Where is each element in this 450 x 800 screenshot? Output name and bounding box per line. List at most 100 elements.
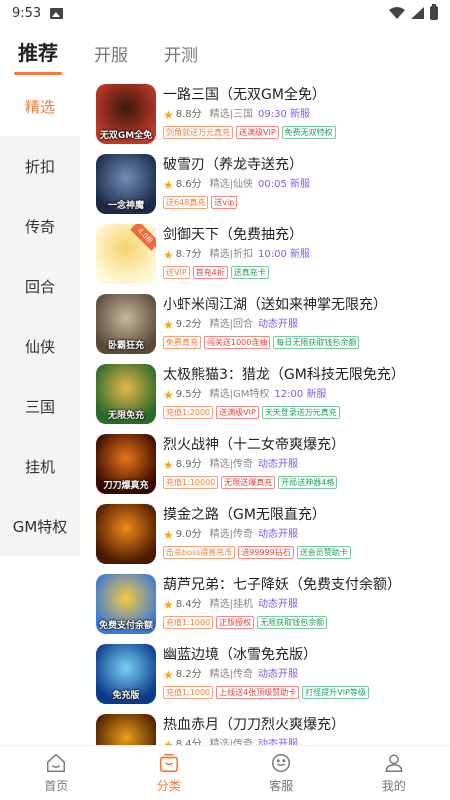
sidebar-item-discount[interactable]: 折扣 — [0, 136, 80, 196]
game-tag: 免费无双特权 — [281, 126, 336, 139]
game-tags: 免费真充 闯关送1000连抽 每日无限获取钱包余额 — [163, 336, 450, 349]
game-row[interactable]: 一念神魔 破雪刃（养龙寺送充） ★ 8.6分 精选|仙侠 00:05 新服 送648真充 送v… — [96, 154, 450, 224]
game-icon[interactable]: 4.0折 — [96, 224, 156, 284]
game-info: 热血赤月（刀刀烈火爽爆充） ★ 8.4分 精选|传奇 动态开服 — [163, 714, 450, 745]
game-tags: 击杀boss得直充币 送99999钻石 送会员赞助卡 — [163, 546, 450, 559]
game-info: 一路三国（无双GM全免） ★ 8.8分 精选|三国 09:30 新服 剑角就送万元真充 送满… — [163, 84, 450, 154]
server-time: 09:30 新服 — [258, 109, 311, 120]
game-icon[interactable]: 一念神魔 — [96, 154, 156, 214]
game-title[interactable]: 热血赤月（刀刀烈火爽爆充） — [163, 716, 450, 735]
game-row[interactable]: 免费支付余额 葫芦兄弟：七子降妖（免费支付余额） ★ 8.4分 精选|挂机 动态开服 充值1… — [96, 574, 450, 644]
game-row[interactable]: 免充版 幽蓝边境（冰雪免充版） ★ 8.2分 精选|传奇 动态开服 充值1:1000 上线送4… — [96, 644, 450, 714]
game-tags: 充值1:2000 送满级VIP 天天登录送万元真充 — [163, 406, 450, 419]
game-icon-label: 免充版 — [112, 691, 140, 701]
game-genre: 精选|回合 — [209, 319, 254, 330]
game-tag: 天天登录送万元真充 — [261, 406, 340, 419]
top-tabs: 推荐 开服 开测 — [0, 26, 450, 80]
game-icon[interactable]: 免费支付余额 — [96, 574, 156, 634]
game-row[interactable]: 刀刀爆真充 烈火战神（十二女帝爽爆充） ★ 8.9分 精选|传奇 动态开服 充值1:1000… — [96, 434, 450, 504]
game-title[interactable]: 破雪刃（养龙寺送充） — [163, 156, 450, 175]
game-tag: 充值1:10000 — [163, 476, 219, 489]
game-title[interactable]: 幽蓝边境（冰雪免充版） — [163, 646, 450, 665]
game-row[interactable]: 热血赤月（刀刀烈火爽爆充） ★ 8.4分 精选|传奇 动态开服 — [96, 714, 450, 745]
star-icon: ★ — [163, 178, 174, 192]
game-icon[interactable]: 卧霸狂充 — [96, 294, 156, 354]
status-icons — [389, 4, 438, 20]
game-row[interactable]: 4.0折 剑御天下（免费抽充） ★ 8.7分 精选|折扣 10:00 新服 送VIP 首充4折… — [96, 224, 450, 294]
game-title[interactable]: 一路三国（无双GM全免） — [163, 86, 450, 105]
server-time: 动态开服 — [258, 319, 299, 330]
server-time: 12:00 新服 — [274, 389, 327, 400]
game-score: 8.4分 — [175, 599, 202, 610]
game-icon[interactable]: 刀刀爆真充 — [96, 434, 156, 494]
sidebar-item-idle[interactable]: 挂机 — [0, 436, 80, 496]
game-genre: 精选|三国 — [209, 109, 254, 120]
game-icon[interactable]: 免充版 — [96, 644, 156, 704]
game-tag: 充值1:2000 — [163, 406, 214, 419]
game-tag: 免费真充 — [163, 336, 201, 349]
star-icon: ★ — [163, 388, 174, 402]
game-title[interactable]: 太极熊猫3：猎龙（GM科技无限免充） — [163, 366, 450, 385]
tab-open-test[interactable]: 开测 — [164, 41, 198, 80]
tab-recommend[interactable]: 推荐 — [14, 37, 62, 80]
nav-customer-service-label: 客服 — [269, 779, 294, 793]
game-icon-label: 卧霸狂充 — [107, 341, 144, 351]
game-row[interactable]: 卧霸狂充 小虾米闯江湖（送如来神掌无限充） ★ 9.2分 精选|回合 动态开服 免费真充 闯关… — [96, 294, 450, 364]
nav-customer-service[interactable]: 客服 — [225, 746, 338, 800]
nav-home[interactable]: 首页 — [0, 746, 113, 800]
server-time: 动态开服 — [258, 739, 299, 745]
game-title[interactable]: 摸金之路（GM无限直充） — [163, 506, 450, 525]
game-list: 无双GM全免 一路三国（无双GM全免） ★ 8.8分 精选|三国 09:30 新服 剑角就送… — [96, 84, 450, 745]
category-icon — [159, 753, 178, 773]
nav-profile-label: 我的 — [381, 779, 406, 793]
sidebar-item-turn-based[interactable]: 回合 — [0, 256, 80, 316]
game-info: 破雪刃（养龙寺送充） ★ 8.6分 精选|仙侠 00:05 新服 送648真充 送vip — [163, 154, 450, 224]
game-tag: 无限送爆真充 — [221, 476, 276, 489]
server-time: 动态开服 — [258, 669, 299, 680]
game-tags: 剑角就送万元真充 送满级VIP 免费无双特权 — [163, 126, 450, 139]
game-title[interactable]: 剑御天下（免费抽充） — [163, 226, 450, 245]
game-genre: 精选|传奇 — [209, 459, 254, 470]
game-tags: 充值1:1000 上线送4张顶级赞助卡 打怪提升VIP等级 — [163, 686, 450, 699]
game-meta: ★ 8.2分 精选|传奇 动态开服 — [163, 668, 450, 682]
customer-service-icon — [272, 754, 291, 772]
game-row[interactable]: 无限免充 太极熊猫3：猎龙（GM科技无限免充） ★ 9.5分 精选|GM特权 12:00 … — [96, 364, 450, 434]
game-score: 9.5分 — [175, 389, 202, 400]
server-time: 动态开服 — [258, 459, 299, 470]
game-genre: 精选|传奇 — [209, 669, 254, 680]
game-tags: 送648真充 送vip — [163, 196, 450, 209]
game-tag: 充值1:1000 — [163, 686, 214, 699]
sidebar-item-featured[interactable]: 精选 — [0, 76, 80, 136]
game-info: 太极熊猫3：猎龙（GM科技无限免充） ★ 9.5分 精选|GM特权 12:00 新服 充值… — [163, 364, 450, 434]
nav-profile[interactable]: 我的 — [338, 746, 450, 800]
game-meta: ★ 8.6分 精选|仙侠 00:05 新服 — [163, 178, 450, 192]
game-row[interactable]: 摸金之路（GM无限直充） ★ 9.0分 精选|传奇 动态开服 击杀boss得直充币 送999… — [96, 504, 450, 574]
game-icon-label: 无限免充 — [107, 411, 144, 421]
game-title[interactable]: 小虾米闯江湖（送如来神掌无限充） — [163, 296, 450, 315]
game-tag: 击杀boss得直充币 — [163, 546, 236, 559]
star-icon: ★ — [163, 318, 174, 332]
game-tag: 充值1:1000 — [163, 616, 214, 629]
sidebar-item-legend[interactable]: 传奇 — [0, 196, 80, 256]
battery-icon — [430, 4, 438, 20]
signal-icon — [411, 7, 424, 19]
game-info: 烈火战神（十二女帝爽爆充） ★ 8.9分 精选|传奇 动态开服 充值1:10000 无限送爆… — [163, 434, 450, 504]
game-icon[interactable]: 无限免充 — [96, 364, 156, 424]
game-info: 幽蓝边境（冰雪免充版） ★ 8.2分 精选|传奇 动态开服 充值1:1000 上线送4张顶级… — [163, 644, 450, 714]
game-icon[interactable]: 无双GM全免 — [96, 84, 156, 144]
sidebar-item-gm-privilege[interactable]: GM特权 — [0, 496, 80, 556]
game-tag: 送648真充 — [163, 196, 209, 209]
game-title[interactable]: 葫芦兄弟：七子降妖（免费支付余额） — [163, 576, 450, 595]
game-genre: 精选|仙侠 — [209, 179, 254, 190]
game-score: 8.4分 — [175, 739, 202, 745]
game-row[interactable]: 无双GM全免 一路三国（无双GM全免） ★ 8.8分 精选|三国 09:30 新服 剑角就送… — [96, 84, 450, 154]
sidebar-item-three-kingdoms[interactable]: 三国 — [0, 376, 80, 436]
nav-category[interactable]: 分类 — [113, 746, 226, 800]
sidebar-item-xianxia[interactable]: 仙侠 — [0, 316, 80, 376]
game-icon[interactable] — [96, 714, 156, 745]
game-title[interactable]: 烈火战神（十二女帝爽爆充） — [163, 436, 450, 455]
status-bar: 9:53 — [0, 0, 450, 26]
star-icon: ★ — [163, 108, 174, 122]
game-icon[interactable] — [96, 504, 156, 564]
tab-open-server[interactable]: 开服 — [94, 41, 128, 80]
